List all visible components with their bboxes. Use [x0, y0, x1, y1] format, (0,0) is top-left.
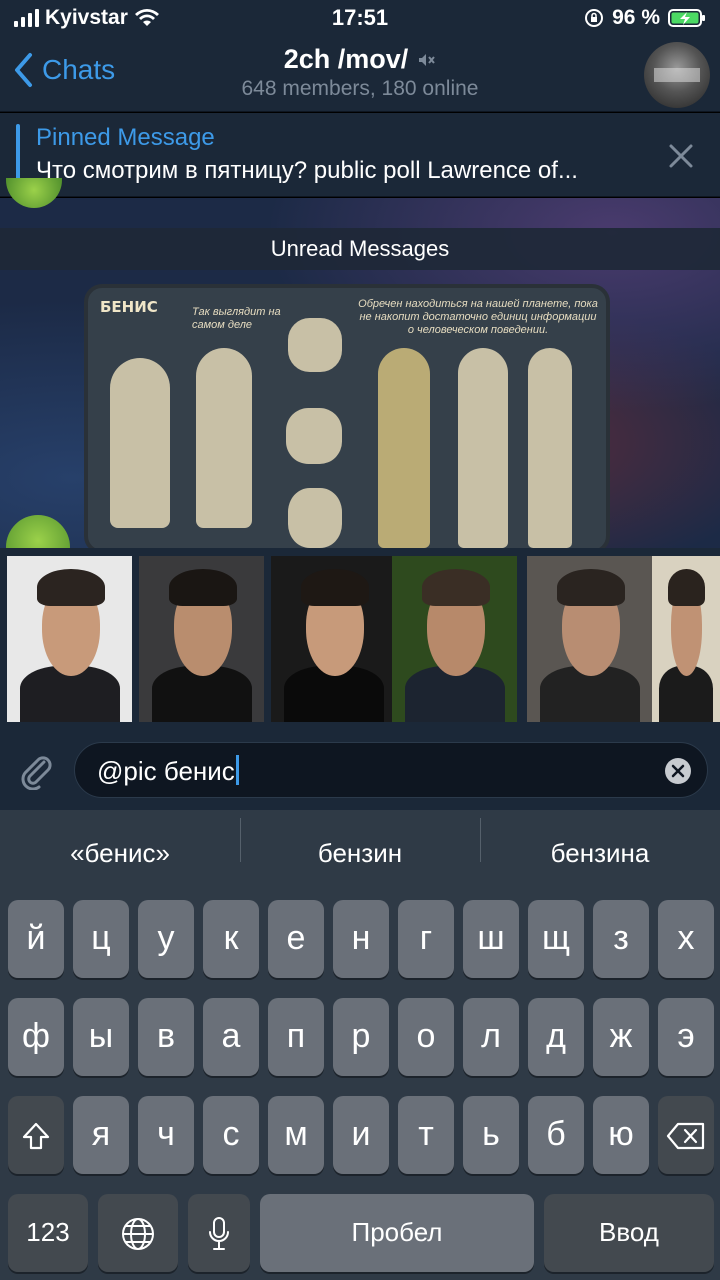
status-bar: Kyivstar 17:51 96 %	[0, 0, 720, 36]
sketch-figure	[288, 318, 342, 372]
key-letter[interactable]: у	[138, 900, 194, 978]
result-image[interactable]	[652, 556, 720, 722]
keyboard: «бенис» бензин бензина й ц у к е н г ш щ…	[0, 810, 720, 1280]
key-letter[interactable]: щ	[528, 900, 584, 978]
sketch-figure	[196, 348, 252, 528]
back-button[interactable]: Chats	[12, 52, 115, 88]
key-letter[interactable]: н	[333, 900, 389, 978]
key-letter[interactable]: ч	[138, 1096, 194, 1174]
image-caption: БЕНИС	[100, 298, 158, 316]
paperclip-icon[interactable]	[16, 750, 56, 790]
key-letter[interactable]: э	[658, 998, 714, 1076]
key-letter[interactable]: ы	[73, 998, 129, 1076]
shift-key[interactable]	[8, 1096, 64, 1174]
unread-divider: Unread Messages	[0, 228, 720, 270]
key-letter[interactable]: з	[593, 900, 649, 978]
key-letter[interactable]: ь	[463, 1096, 519, 1174]
suggestion-3[interactable]: бензина	[480, 817, 720, 869]
chat-header: Chats 2ch /mov/ 648 members, 180 online	[0, 36, 720, 112]
globe-key[interactable]	[98, 1194, 178, 1272]
key-letter[interactable]: л	[463, 998, 519, 1076]
key-letter[interactable]: б	[528, 1096, 584, 1174]
key-letter[interactable]: с	[203, 1096, 259, 1174]
key-letter[interactable]: я	[73, 1096, 129, 1174]
key-letter[interactable]: ш	[463, 900, 519, 978]
key-letter[interactable]: ж	[593, 998, 649, 1076]
chevron-left-icon	[15, 53, 32, 87]
result-image[interactable]	[527, 556, 652, 722]
inline-results-panel	[0, 548, 720, 730]
numbers-key[interactable]: 123	[8, 1194, 88, 1272]
globe-icon	[122, 1218, 154, 1251]
key-letter[interactable]: р	[333, 998, 389, 1076]
shift-icon	[22, 1122, 50, 1150]
clear-input-button[interactable]	[665, 758, 691, 784]
mute-icon	[419, 53, 436, 66]
pinned-text: Что смотрим в пятницу? public poll Lawre…	[36, 157, 578, 184]
key-letter[interactable]: п	[268, 998, 324, 1076]
dictation-key[interactable]	[188, 1194, 250, 1272]
key-letter[interactable]: о	[398, 998, 454, 1076]
back-label: Chats	[42, 54, 116, 85]
backspace-icon	[666, 1122, 705, 1150]
key-letter[interactable]: е	[268, 900, 324, 978]
key-letter[interactable]: т	[398, 1096, 454, 1174]
key-letter[interactable]: д	[528, 998, 584, 1076]
image-message[interactable]: БЕНИС Так выглядит на самом деле Обречен…	[84, 284, 610, 554]
key-letter[interactable]: ю	[593, 1096, 649, 1174]
image-note-right: Обречен находиться на нашей планете, пок…	[358, 298, 598, 336]
pinned-title: Pinned Message	[36, 124, 215, 151]
key-letter[interactable]: й	[8, 900, 64, 978]
key-letter[interactable]: г	[398, 900, 454, 978]
image-note-left: Так выглядит на самом деле	[192, 306, 281, 331]
message-input[interactable]: @pic бенис	[74, 742, 708, 798]
result-image[interactable]	[271, 556, 396, 722]
chat-subtitle: 648 members, 180 online	[241, 77, 479, 100]
key-letter[interactable]: а	[203, 998, 259, 1076]
sketch-figure	[286, 408, 342, 464]
sketch-figure	[288, 488, 342, 548]
composer: @pic бенис	[0, 730, 720, 810]
result-image[interactable]	[139, 556, 264, 722]
text-caret	[235, 755, 239, 785]
battery-charging-icon	[668, 9, 705, 27]
space-key[interactable]: Пробел	[260, 1194, 534, 1272]
key-letter[interactable]: в	[138, 998, 194, 1076]
close-icon	[671, 764, 685, 778]
microphone-icon	[209, 1217, 229, 1251]
chat-title: 2ch /mov/	[283, 44, 409, 74]
close-icon[interactable]	[668, 143, 694, 169]
backspace-key[interactable]	[658, 1096, 714, 1174]
sketch-figure	[378, 348, 430, 548]
suggestion-1[interactable]: «бенис»	[0, 838, 240, 869]
sketch-figure	[110, 358, 170, 528]
key-letter[interactable]: м	[268, 1096, 324, 1174]
pinned-accent-bar	[16, 124, 20, 186]
key-letter[interactable]: ф	[8, 998, 64, 1076]
message-input-text: @pic бенис	[97, 756, 235, 786]
key-letter[interactable]: и	[333, 1096, 389, 1174]
rotation-lock-icon	[585, 9, 604, 27]
chat-avatar[interactable]	[644, 42, 710, 108]
return-key[interactable]: Ввод	[544, 1194, 714, 1272]
result-image[interactable]	[392, 556, 517, 722]
pinned-message[interactable]: Pinned Message Что смотрим в пятницу? pu…	[0, 113, 720, 197]
result-image[interactable]	[7, 556, 132, 722]
battery-percent: 96 %	[612, 6, 660, 29]
sketch-figure	[528, 348, 572, 548]
sketch-figure	[458, 348, 508, 548]
suggestion-2[interactable]: бензин	[240, 817, 480, 869]
suggestion-bar: «бенис» бензин бензина	[0, 810, 720, 896]
key-letter[interactable]: ц	[73, 900, 129, 978]
key-letter[interactable]: х	[658, 900, 714, 978]
chat-info[interactable]: 2ch /mov/ 648 members, 180 online	[160, 44, 560, 101]
key-letter[interactable]: к	[203, 900, 259, 978]
